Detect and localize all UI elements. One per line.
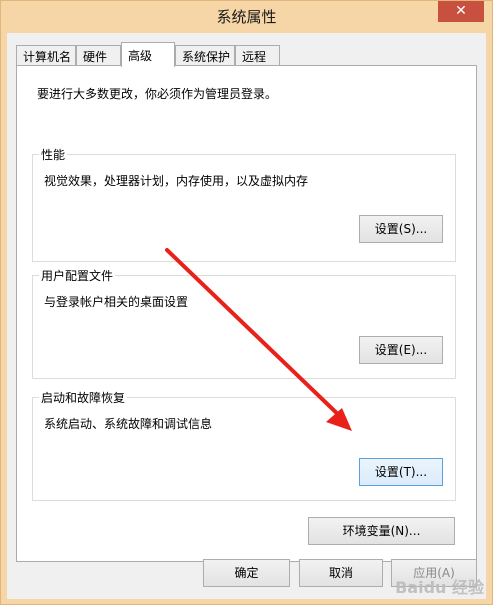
window-title: 系统属性 [216, 8, 277, 26]
environment-variables-button[interactable]: 环境变量(N)... [308, 517, 455, 545]
close-button[interactable]: ✕ [438, 1, 484, 22]
user-profiles-settings-button[interactable]: 设置(E)... [359, 336, 443, 364]
tab-hardware[interactable]: 硬件 [76, 45, 121, 66]
user-profiles-group: 用户配置文件 与登录帐户相关的桌面设置 设置(E)... [32, 267, 456, 379]
admin-note: 要进行大多数更改，你必须作为管理员登录。 [37, 87, 278, 101]
tab-remote[interactable]: 远程 [235, 45, 280, 66]
performance-description: 视觉效果，处理器计划，内存使用，以及虚拟内存 [44, 174, 309, 188]
ok-button[interactable]: 确定 [203, 559, 290, 587]
title-bar[interactable]: 系统属性 ✕ [1, 1, 492, 33]
tab-computer-name[interactable]: 计算机名 [16, 45, 76, 66]
startup-recovery-title: 启动和故障恢复 [39, 389, 128, 406]
startup-recovery-description: 系统启动、系统故障和调试信息 [44, 417, 213, 431]
baidu-watermark: Baidu 经验 [395, 578, 484, 597]
tab-system-protection[interactable]: 系统保护 [175, 45, 235, 66]
user-profiles-title: 用户配置文件 [39, 267, 116, 284]
dialog-client-area: 计算机名 硬件 高级 系统保护 远程 要进行大多数更改，你必须作为管理员登录。 … [7, 33, 486, 599]
performance-group: 性能 视觉效果，处理器计划，内存使用，以及虚拟内存 设置(S)... [32, 146, 456, 262]
system-properties-window: 系统属性 ✕ 计算机名 硬件 高级 系统保护 远程 要进行大多数更改，你必须作为… [0, 0, 493, 605]
close-icon: ✕ [455, 3, 467, 19]
advanced-tab-panel: 要进行大多数更改，你必须作为管理员登录。 性能 视觉效果，处理器计划，内存使用，… [16, 65, 477, 562]
performance-settings-button[interactable]: 设置(S)... [359, 215, 443, 243]
performance-title: 性能 [39, 146, 68, 163]
startup-recovery-settings-button[interactable]: 设置(T)... [359, 458, 443, 486]
user-profiles-description: 与登录帐户相关的桌面设置 [44, 295, 189, 309]
tab-advanced[interactable]: 高级 [121, 42, 175, 67]
startup-recovery-group: 启动和故障恢复 系统启动、系统故障和调试信息 设置(T)... [32, 389, 456, 501]
cancel-button[interactable]: 取消 [299, 559, 383, 587]
